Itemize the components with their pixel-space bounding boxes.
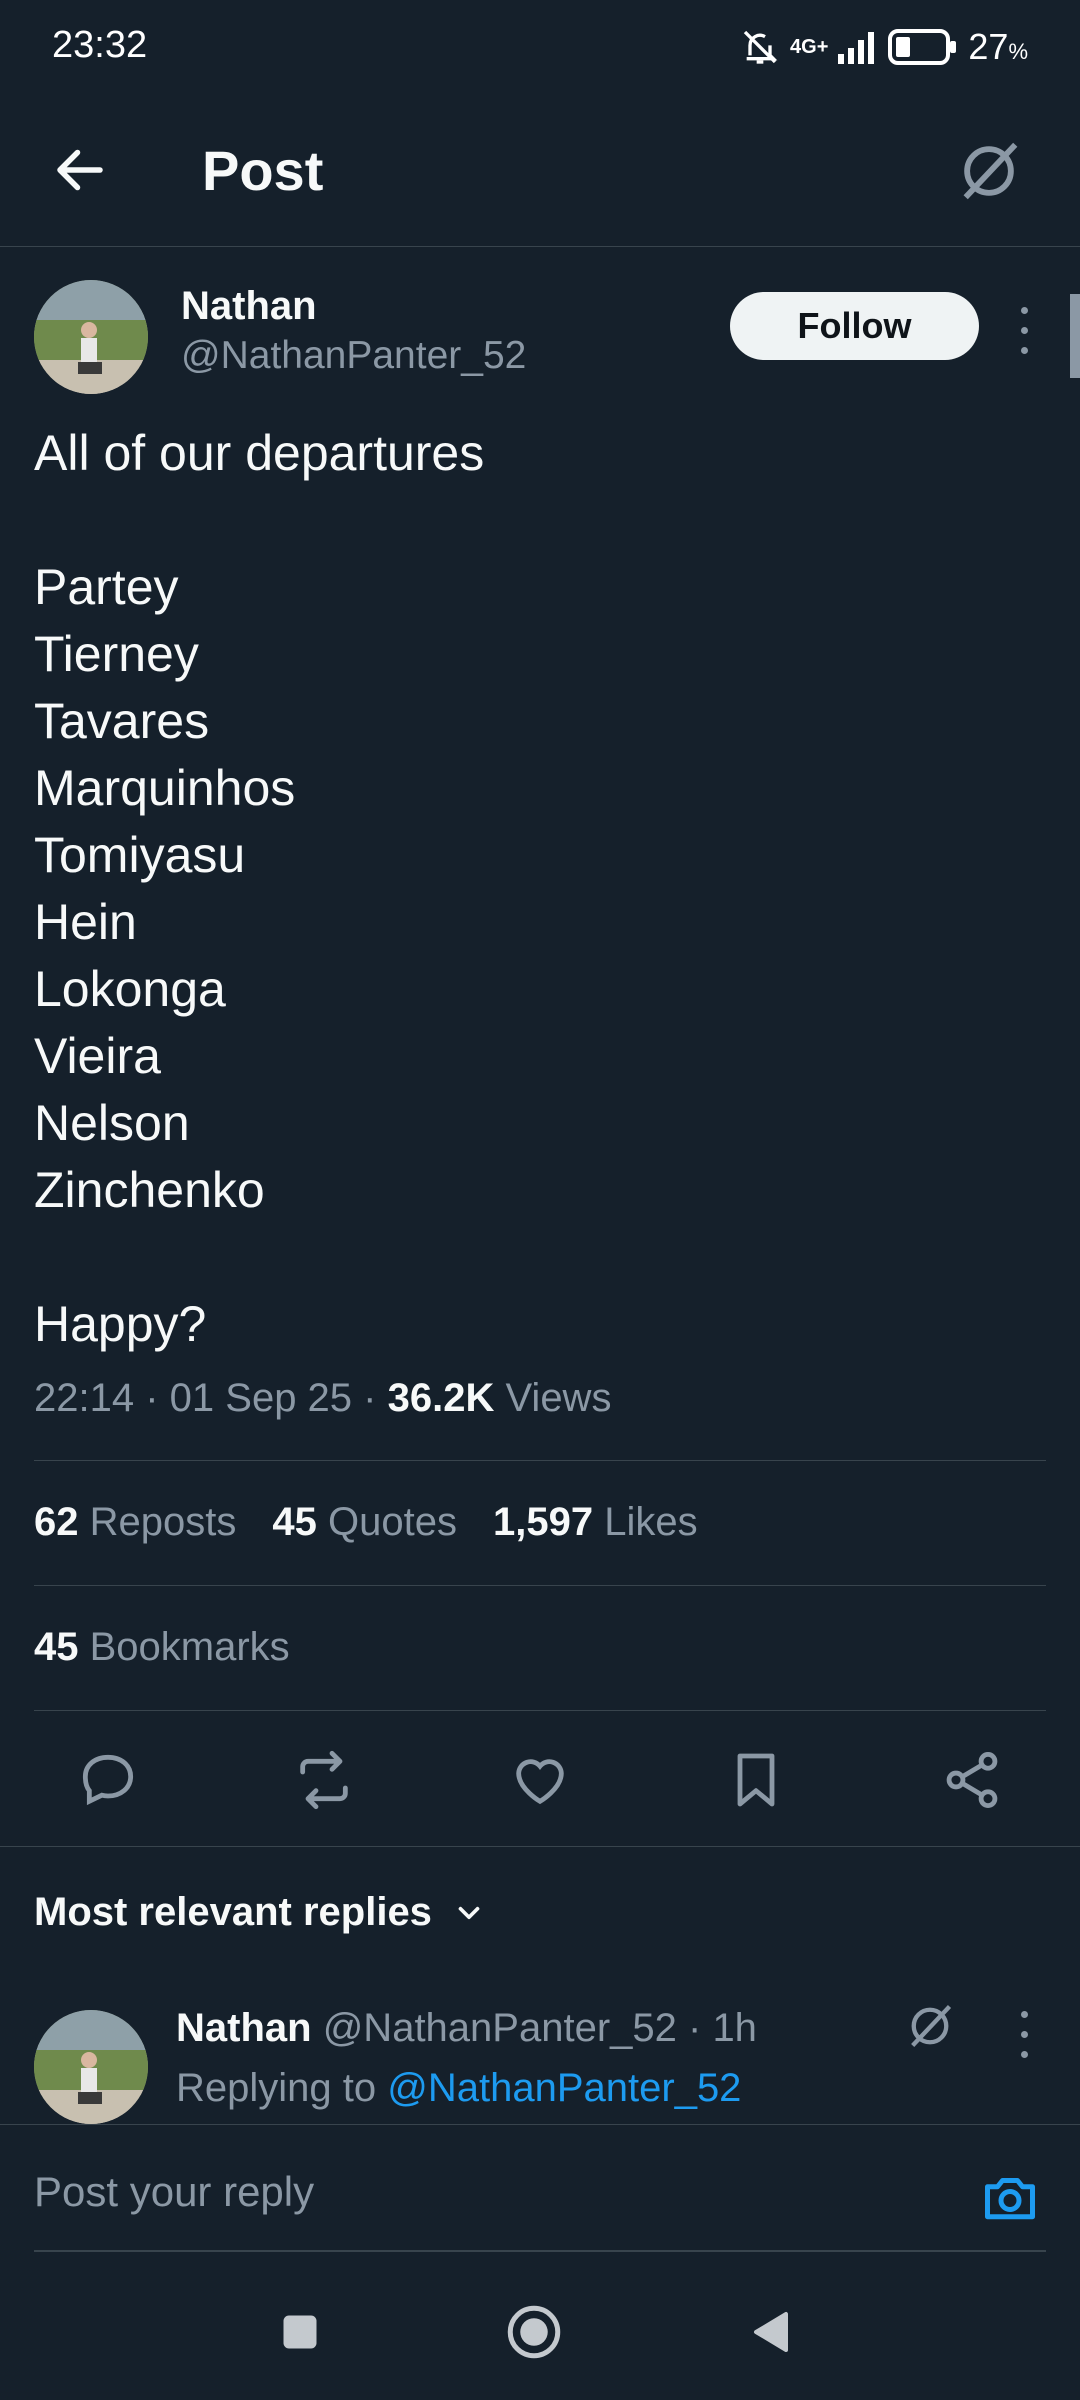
battery-icon (888, 29, 957, 65)
reply-underline (34, 2250, 1046, 2252)
share-button[interactable] (940, 1748, 1004, 1812)
arrow-left-icon (57, 149, 103, 191)
share-icon (946, 1752, 998, 1808)
recents-button[interactable] (268, 2300, 332, 2364)
engagement-stats: 62 Reposts 45 Quotes 1,597 Likes (34, 1500, 698, 1545)
post-line: Tavares (34, 693, 210, 749)
post-line (34, 1224, 484, 1291)
post-meta: 22:14 · 01 Sep 25 · 36.2K Views (34, 1376, 612, 1420)
post-line: Hein (34, 894, 137, 950)
post-line: Vieira (34, 1028, 161, 1084)
reply-time: 1h (712, 2006, 757, 2050)
post-line: Tierney (34, 626, 199, 682)
post-line (34, 487, 484, 554)
camera-icon[interactable] (980, 2168, 1040, 2228)
post-time: 22:14 (34, 1376, 135, 1420)
reply-author-handle: @NathanPanter_52 (322, 2006, 677, 2050)
follow-button[interactable]: Follow (730, 292, 979, 360)
home-circle-icon (507, 2305, 561, 2359)
avatar[interactable] (34, 280, 148, 394)
chevron-down-icon (458, 1906, 480, 1919)
reply-icon (82, 1754, 134, 1806)
post-line: Zinchenko (34, 1162, 265, 1218)
post-line: Tomiyasu (34, 827, 246, 883)
post-line: Happy? (34, 1296, 207, 1352)
meta-divider (34, 1460, 1046, 1461)
repost-icon (300, 1750, 348, 1810)
back-button[interactable] (50, 140, 110, 200)
bookmarks-stat[interactable]: 45 Bookmarks (34, 1625, 290, 1670)
repost-button[interactable] (292, 1748, 356, 1812)
views-label[interactable]: Views (505, 1376, 611, 1420)
reply-input[interactable] (34, 2168, 954, 2216)
quotes-stat[interactable]: 45 Quotes (272, 1500, 457, 1545)
reply-header[interactable]: Nathan @NathanPanter_52 · 1h (176, 2006, 757, 2051)
reply-author-name: Nathan (176, 2006, 312, 2050)
scrollbar[interactable] (1070, 294, 1080, 378)
views-count[interactable]: 36.2K (388, 1376, 495, 1420)
network-label: 4G+ (790, 35, 829, 58)
status-icons: 4G+ 27% (740, 26, 1028, 68)
like-button[interactable] (508, 1748, 572, 1812)
page-title: Post (202, 139, 324, 202)
bell-off-icon (743, 30, 778, 64)
stats-divider (34, 1585, 1046, 1586)
post-text: All of our departures Partey Tierney Tav… (34, 420, 484, 1358)
bookmarks-divider (34, 1710, 1046, 1711)
reply-avatar[interactable] (34, 2010, 148, 2124)
post-line: Lokonga (34, 961, 226, 1017)
reply-grok-icon[interactable] (904, 2000, 956, 2052)
more-options-icon[interactable] (1014, 300, 1034, 360)
status-time: 23:32 (52, 24, 148, 66)
likes-stat[interactable]: 1,597 Likes (493, 1500, 698, 1545)
composer-top-divider (0, 2124, 1080, 2125)
bookmark-button[interactable] (724, 1748, 788, 1812)
replies-sort-label: Most relevant replies (34, 1890, 432, 1934)
grok-icon[interactable] (954, 136, 1024, 206)
heart-icon (516, 1759, 564, 1805)
replying-to: Replying to @NathanPanter_52 (176, 2066, 741, 2111)
replies-sort-dropdown[interactable]: Most relevant replies (34, 1890, 486, 1935)
triangle-back-icon (754, 2312, 788, 2352)
header-divider (0, 246, 1080, 247)
post-line: Nelson (34, 1095, 190, 1151)
post-date: 01 Sep 25 (169, 1376, 353, 1420)
post-line: Partey (34, 559, 179, 615)
signal-icon (838, 32, 875, 64)
author-handle[interactable]: @NathanPanter_52 (181, 334, 526, 378)
reposts-stat[interactable]: 62 Reposts (34, 1500, 236, 1545)
reply-button[interactable] (76, 1748, 140, 1812)
post-line: All of our departures (34, 425, 485, 481)
author-name[interactable]: Nathan (181, 284, 317, 329)
replying-to-link[interactable]: @NathanPanter_52 (387, 2066, 741, 2110)
replying-to-prefix: Replying to (176, 2066, 377, 2110)
reply-more-icon[interactable] (1014, 2004, 1034, 2064)
home-button[interactable] (502, 2300, 566, 2364)
battery-percent: 27% (968, 26, 1028, 67)
square-icon (283, 2315, 317, 2349)
actions-divider (0, 1846, 1080, 1847)
back-nav-button[interactable] (740, 2300, 804, 2364)
post-line: Marquinhos (34, 760, 296, 816)
bookmark-icon (737, 1753, 775, 1807)
